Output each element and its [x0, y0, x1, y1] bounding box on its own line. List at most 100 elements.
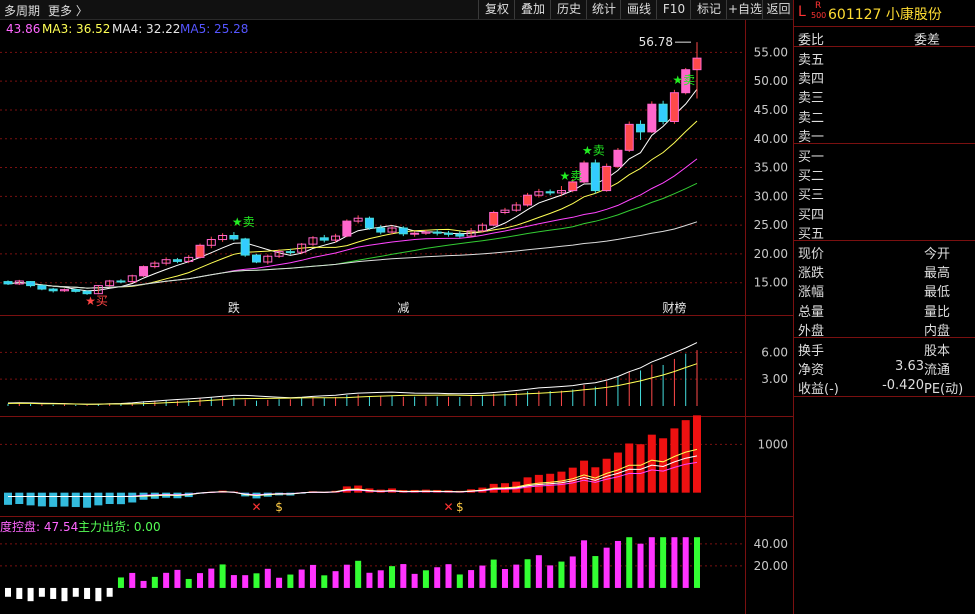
buy-level-1: 买二 — [794, 163, 975, 185]
ind3-bar-29 — [332, 571, 339, 588]
buy-level-3-label: 买四 — [798, 207, 825, 223]
ind3-bar-3 — [38, 587, 45, 597]
ind2-marker-1: $ — [275, 500, 283, 514]
ind3-bar-36 — [411, 573, 418, 588]
candle-body-53 — [602, 165, 612, 192]
extra-row-1-value: 3.63 — [895, 359, 924, 375]
stat-row-4-label: 外盘 — [798, 323, 825, 339]
stat-row-1-right-label: 最高 — [924, 266, 951, 282]
candle-body-58 — [658, 103, 668, 122]
price-tick-3: 30.00 — [754, 189, 788, 203]
extra-row-1-label: 净资 — [798, 363, 825, 379]
price-tick-6: 45.00 — [754, 103, 788, 117]
price-tick-2: 25.00 — [754, 218, 788, 232]
candle-body-59 — [669, 92, 679, 122]
order-ratio-row: 委比 委差 — [798, 33, 941, 48]
ind3-bar-7 — [84, 587, 91, 599]
ind2-bar-0 — [4, 492, 12, 505]
ind3-bar-60 — [682, 537, 689, 588]
annotation-0: 跌 — [228, 300, 240, 315]
ind3-bar-6 — [72, 587, 79, 597]
stat-row-0-right-label: 今开 — [924, 247, 951, 262]
ind3-bar-42 — [479, 565, 486, 588]
candle-body-57 — [647, 103, 657, 133]
sell-level-0: 卖五 — [794, 47, 975, 68]
ind3-bar-0 — [5, 587, 11, 597]
candle-body-46 — [523, 194, 533, 206]
candle-body-15 — [172, 259, 182, 262]
ind3-bar-34 — [389, 566, 396, 588]
ind3-bar-41 — [468, 570, 475, 588]
extra-row-1: 净资 3.63 流通 — [794, 357, 975, 379]
ind2-bar-11 — [128, 492, 137, 503]
badge-top: R — [815, 1, 822, 11]
ind2-bar-9 — [105, 492, 114, 505]
ind3-bar-17 — [197, 573, 204, 588]
stat-row-2: 涨幅 最低 — [794, 279, 975, 301]
ind2-marker-2: ✕ — [443, 500, 453, 514]
stat-row-3-label: 总量 — [798, 304, 825, 320]
candle-body-32 — [364, 217, 374, 229]
stat-row-2-label: 涨幅 — [798, 285, 825, 301]
sell-signal-0: ★卖 — [232, 215, 255, 229]
candle-body-54 — [613, 149, 623, 167]
sell-level-1-label: 卖四 — [798, 72, 825, 88]
outflow-legend: 主力出货: 0.00 — [78, 520, 161, 534]
ind3-bar-27 — [309, 564, 316, 588]
ind3-bar-46 — [524, 559, 531, 588]
ind3-bar-25 — [287, 574, 294, 588]
ind3-bar-59 — [671, 537, 678, 588]
ind3-bar-43 — [490, 559, 497, 588]
candle-body-21 — [240, 238, 250, 256]
ma-line-4 — [7, 221, 698, 289]
ind3-bar-40 — [456, 574, 463, 588]
candle-body-36 — [410, 232, 420, 235]
ind3-bar-35 — [400, 564, 407, 588]
badge-bottom: 500 — [811, 11, 827, 20]
ind3-bar-52 — [592, 556, 599, 588]
ind3-bar-16 — [185, 578, 192, 588]
sell-signal-2: ★卖 — [582, 144, 605, 158]
ind2-bar-51 — [580, 460, 589, 493]
candle-body-28 — [319, 237, 329, 241]
ind3-bar-44 — [501, 569, 508, 588]
stat-row-4: 外盘 内盘 — [794, 318, 975, 339]
annotation-1: 减 — [397, 301, 409, 315]
ind2-bar-10 — [116, 492, 125, 505]
ind2-bar-3 — [37, 492, 46, 507]
sell-signal-3: ★卖 — [672, 73, 695, 87]
quote-panel: L R 500 601127 小康股份 委比 委差 卖五 卖四 卖三 卖二 卖一 买一买… — [794, 0, 975, 614]
ind3-bar-10 — [117, 577, 124, 588]
ind3-bar-47 — [535, 555, 542, 588]
extra-row-2-label: 收益(-) — [798, 382, 839, 398]
ind3-bar-26 — [298, 569, 305, 588]
ind1-tick-0: 3.00 — [761, 372, 788, 386]
candle-body-30 — [342, 220, 352, 237]
stat-row-0-label: 现价 — [798, 247, 825, 262]
ind2-marker-0: ✕ — [251, 500, 261, 514]
ind3-bar-24 — [276, 577, 283, 588]
ind3-bar-50 — [569, 556, 576, 588]
price-tick-1: 20.00 — [754, 247, 788, 261]
stock-code-name[interactable]: 601127 小康股份 — [828, 4, 942, 24]
sell-level-1: 卖四 — [794, 66, 975, 88]
candle-body-17 — [195, 244, 205, 258]
stat-row-3-right-label: 量比 — [924, 304, 951, 320]
ind3-tick-0: 20.00 — [754, 559, 788, 573]
candle-body-22 — [251, 254, 261, 263]
ind3-bar-37 — [422, 570, 429, 588]
ind3-bar-58 — [660, 537, 667, 588]
extra-row-0-right-label: 股本 — [924, 344, 951, 359]
ind1-tick-1: 6.00 — [761, 345, 788, 359]
sell-level-0-label: 卖五 — [798, 53, 825, 68]
ind3-bar-11 — [129, 572, 136, 588]
ind3-bar-49 — [558, 561, 565, 588]
buy-level-1-label: 买二 — [798, 169, 825, 185]
ind2-bar-2 — [26, 492, 35, 506]
buy-level-0-label: 买一 — [798, 150, 825, 165]
ind3-bar-2 — [27, 587, 34, 602]
candle-body-55 — [624, 123, 634, 151]
ind3-bar-28 — [321, 575, 328, 588]
candle-body-61 — [692, 57, 702, 71]
ind3-bar-51 — [581, 540, 588, 588]
